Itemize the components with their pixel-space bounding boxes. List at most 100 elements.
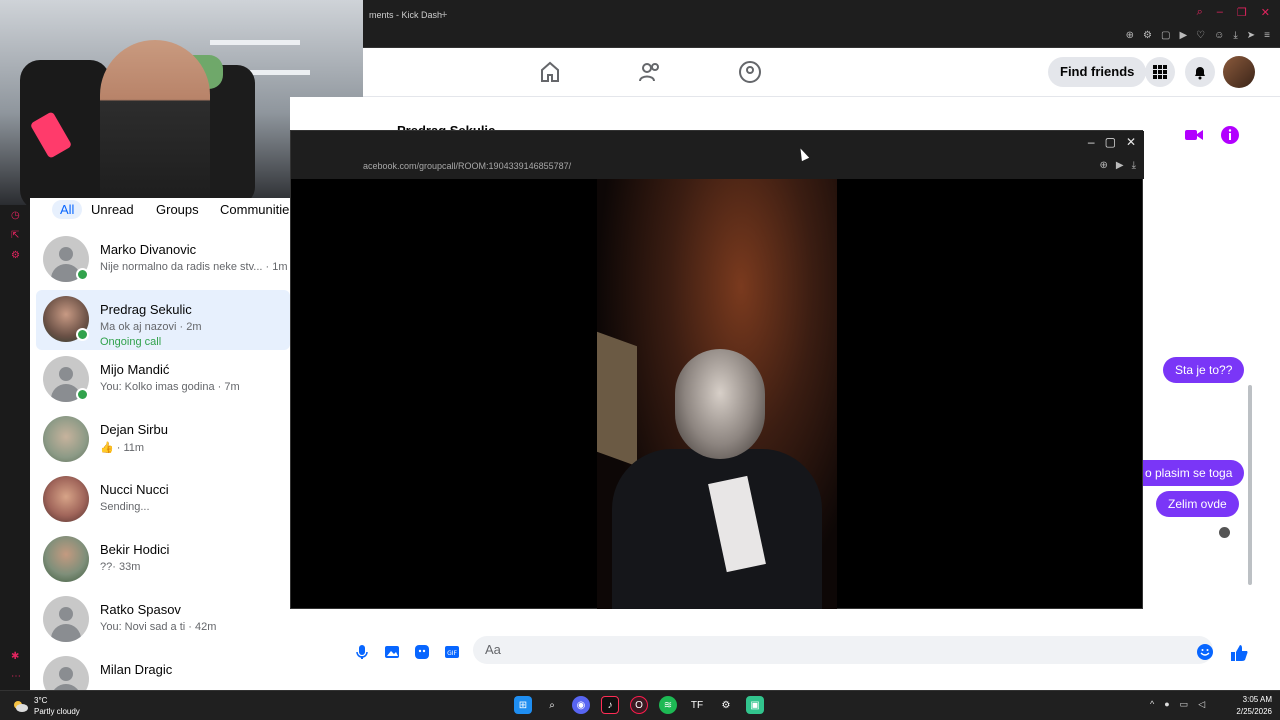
- search-icon[interactable]: ⌕: [1197, 6, 1203, 19]
- windows-start-icon[interactable]: ⊞: [514, 696, 532, 714]
- clock-icon[interactable]: ◷: [11, 210, 20, 221]
- chat-snippet: Nije normalno da radis neke stv... · 1m: [100, 261, 288, 273]
- download-icon[interactable]: ⤓: [1132, 160, 1136, 171]
- spotify-icon[interactable]: ≋: [659, 696, 677, 714]
- account-avatar[interactable]: [1223, 56, 1255, 88]
- home-icon[interactable]: [538, 60, 562, 84]
- send-icon[interactable]: ➤: [1247, 30, 1255, 41]
- filter-groups[interactable]: Groups: [156, 202, 199, 217]
- weather-temperature: 3°C: [34, 696, 48, 705]
- groups-icon[interactable]: [738, 60, 762, 84]
- video-call-icon[interactable]: [1183, 124, 1205, 146]
- call-url[interactable]: acebook.com/groupcall/ROOM:1904339146855…: [363, 161, 571, 171]
- chat-snippet: Sending...: [100, 501, 150, 513]
- chat-snippet: ??· 33m: [100, 561, 141, 573]
- chat-snippet: Ma ok aj nazovi · 2m: [100, 321, 202, 333]
- message-composer: GIF Aa: [343, 632, 1280, 674]
- caller-face: [675, 349, 765, 459]
- close-icon[interactable]: ✕: [1126, 135, 1136, 149]
- minimize-icon[interactable]: –: [1088, 135, 1095, 149]
- chat-name: Ratko Spasov: [100, 602, 181, 617]
- more-icon[interactable]: ⋯: [11, 671, 21, 682]
- network-icon[interactable]: ▭: [1180, 699, 1189, 710]
- minimize-icon[interactable]: –: [1217, 6, 1223, 19]
- conversation-scrollbar[interactable]: [1247, 165, 1253, 615]
- info-icon[interactable]: [1219, 124, 1241, 146]
- conversation-header: Predrag Sekulic: [352, 97, 1280, 138]
- filter-all[interactable]: All: [52, 200, 83, 219]
- room-wall: [597, 331, 637, 467]
- friends-icon[interactable]: [638, 60, 662, 84]
- gif-icon[interactable]: GIF: [443, 643, 461, 661]
- message-input[interactable]: Aa: [473, 636, 1213, 664]
- chat-item[interactable]: Marko Divanovic Nije normalno da radis n…: [36, 230, 290, 290]
- call-window: – ▢ ✕ acebook.com/groupcall/ROOM:1904339…: [290, 130, 1144, 609]
- photo-icon[interactable]: [383, 643, 401, 661]
- close-icon[interactable]: ✕: [1261, 6, 1270, 19]
- app-tf-icon[interactable]: TF: [688, 696, 706, 714]
- call-url-icons: ⊕ ▶ ⤓: [1099, 160, 1136, 171]
- avatar: [43, 416, 89, 462]
- menu-icon[interactable]: ≡: [1264, 30, 1270, 41]
- message-bubble: Zelim ovde: [1156, 491, 1239, 517]
- message-bubble: o plasim se toga: [1133, 460, 1245, 486]
- search-icon[interactable]: ⌕: [543, 696, 561, 714]
- call-window-titlebar[interactable]: – ▢ ✕: [291, 131, 1144, 157]
- avatar: [43, 476, 89, 522]
- notifications-bell-icon[interactable]: [1185, 57, 1215, 87]
- chat-item[interactable]: Bekir Hodici ??· 33m: [36, 530, 290, 590]
- tiktok-icon[interactable]: ♪: [601, 696, 619, 714]
- svg-text:GIF: GIF: [447, 650, 457, 657]
- chat-item[interactable]: Mijo Mandić You: Kolko imas godina · 7m: [36, 350, 290, 410]
- play-icon[interactable]: ▶: [1116, 160, 1124, 171]
- profile-icon[interactable]: ☺: [1214, 30, 1224, 41]
- discord-icon[interactable]: ◉: [572, 696, 590, 714]
- filter-communities[interactable]: Communitie: [220, 202, 289, 217]
- screenshot-icon[interactable]: ▢: [1161, 30, 1170, 41]
- chat-name: Mijo Mandić: [100, 362, 170, 377]
- chat-item[interactable]: Milan Dragic: [36, 650, 290, 690]
- download-icon[interactable]: ⤓: [1233, 30, 1237, 41]
- chat-item[interactable]: Predrag Sekulic Ma ok aj nazovi · 2m Ong…: [36, 290, 290, 350]
- thumbs-up-icon[interactable]: [1229, 643, 1249, 663]
- system-tray: ^ ● ▭ ◁: [1150, 699, 1205, 710]
- chat-item[interactable]: Dejan Sirbu 👍 · 11m: [36, 410, 290, 470]
- settings-icon[interactable]: ⚙: [11, 250, 20, 261]
- share-icon[interactable]: ⇱: [11, 230, 19, 241]
- zoom-icon[interactable]: ⊕: [1099, 160, 1107, 171]
- app-icon[interactable]: ▣: [746, 696, 764, 714]
- app-icon[interactable]: ✱: [11, 651, 19, 662]
- opera-gx-icon[interactable]: O: [630, 696, 648, 714]
- browser-tab[interactable]: ments - Kick Dash: [363, 6, 448, 24]
- screen: ments - Kick Dash + ⌕ – ❐ ✕ ⊕ ⚙ ▢ ▶ ♡ ☺ …: [0, 0, 1280, 720]
- emoji-icon[interactable]: [1196, 643, 1214, 661]
- volume-icon[interactable]: ◁: [1198, 699, 1205, 710]
- find-friends-button[interactable]: Find friends: [1048, 57, 1147, 87]
- taskbar-apps: ⊞ ⌕ ◉ ♪ O ≋ TF ⚙ ▣: [514, 696, 764, 714]
- clock-date: 2/25/2026: [1236, 707, 1272, 716]
- chat-snippet: You: Novi sad a ti · 42m: [100, 621, 217, 633]
- microphone-icon[interactable]: [353, 643, 371, 661]
- extension-icon[interactable]: ⚙: [1143, 30, 1152, 41]
- new-tab-button[interactable]: +: [441, 6, 447, 24]
- maximize-icon[interactable]: ▢: [1105, 135, 1116, 149]
- menu-grid-icon[interactable]: [1145, 57, 1175, 87]
- restore-icon[interactable]: ❐: [1237, 6, 1247, 19]
- chat-snippet: 👍 · 11m: [100, 442, 145, 454]
- heart-icon[interactable]: ♡: [1196, 30, 1205, 41]
- chat-name: Marko Divanovic: [100, 242, 197, 257]
- microphone-icon[interactable]: ●: [1164, 699, 1169, 710]
- avatar: [43, 536, 89, 582]
- system-clock[interactable]: 3:05 AM 2/25/2026: [1222, 694, 1272, 718]
- filter-unread[interactable]: Unread: [91, 202, 134, 217]
- play-icon[interactable]: ▶: [1179, 30, 1187, 41]
- zoom-icon[interactable]: ⊕: [1126, 30, 1134, 41]
- weather-widget[interactable]: 3°C Partly cloudy: [12, 695, 112, 717]
- chevron-up-icon[interactable]: ^: [1150, 699, 1154, 710]
- chat-item[interactable]: Ratko Spasov You: Novi sad a ti · 42m: [36, 590, 290, 650]
- steam-icon[interactable]: ⚙: [717, 696, 735, 714]
- scrollbar-thumb[interactable]: [1248, 385, 1252, 585]
- online-indicator: [76, 328, 89, 341]
- chat-item[interactable]: Nucci Nucci Sending...: [36, 470, 290, 530]
- sticker-icon[interactable]: [413, 643, 431, 661]
